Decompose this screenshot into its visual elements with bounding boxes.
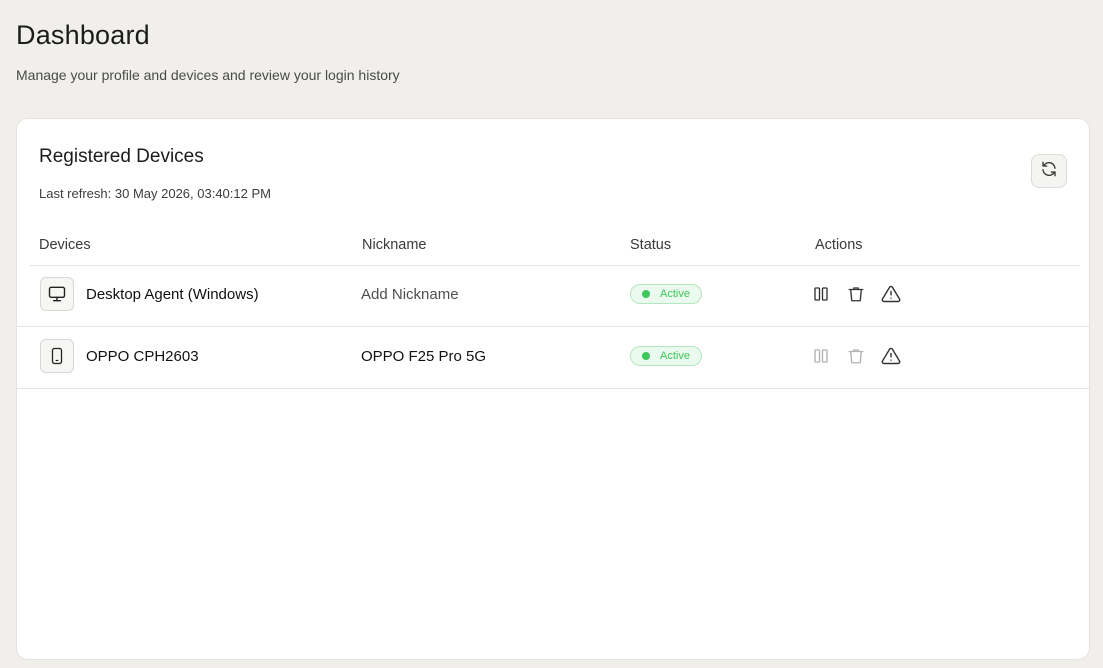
table-row: OPPO CPH2603 OPPO F25 Pro 5G Active (17, 327, 1089, 389)
device-name: Desktop Agent (Windows) (86, 286, 259, 303)
page-title: Dashboard (16, 20, 150, 50)
card-title: Registered Devices (39, 146, 204, 167)
status-dot (642, 352, 650, 360)
status-badge: Active (630, 346, 702, 366)
column-header-nickname: Nickname (362, 237, 427, 253)
pause-button[interactable] (811, 284, 831, 304)
column-header-devices: Devices (39, 237, 91, 253)
trash-icon (848, 349, 864, 364)
column-header-actions: Actions (815, 237, 863, 253)
row-actions (811, 284, 901, 304)
delete-button[interactable] (846, 284, 866, 304)
page-subtitle: Manage your profile and devices and revi… (16, 67, 400, 83)
report-button[interactable] (881, 346, 901, 366)
table-row: Desktop Agent (Windows) Add Nickname Act… (17, 265, 1089, 327)
pause-button[interactable] (811, 346, 831, 366)
alert-triangle-icon (881, 347, 901, 365)
last-refresh-text: Last refresh: 30 May 2026, 03:40:12 PM (39, 186, 271, 201)
device-name: OPPO CPH2603 (86, 348, 199, 365)
refresh-icon (1040, 160, 1058, 183)
column-header-status: Status (630, 237, 672, 253)
smartphone-icon (40, 339, 74, 373)
trash-icon (848, 287, 864, 302)
row-actions (811, 346, 901, 366)
refresh-button[interactable] (1031, 154, 1067, 188)
devices-table-header: Devices Nickname Status Actions (29, 227, 1080, 266)
registered-devices-card: Registered Devices Last refresh: 30 May … (16, 118, 1090, 660)
add-nickname-link[interactable]: Add Nickname (361, 286, 459, 303)
status-text: Active (660, 288, 690, 300)
status-text: Active (660, 350, 690, 362)
alert-triangle-icon (881, 285, 901, 303)
pause-icon (814, 349, 828, 363)
status-badge: Active (630, 284, 702, 304)
pause-icon (814, 287, 828, 301)
status-dot (642, 290, 650, 298)
monitor-icon (40, 277, 74, 311)
delete-button[interactable] (846, 346, 866, 366)
nickname-text[interactable]: OPPO F25 Pro 5G (361, 348, 486, 365)
report-button[interactable] (881, 284, 901, 304)
